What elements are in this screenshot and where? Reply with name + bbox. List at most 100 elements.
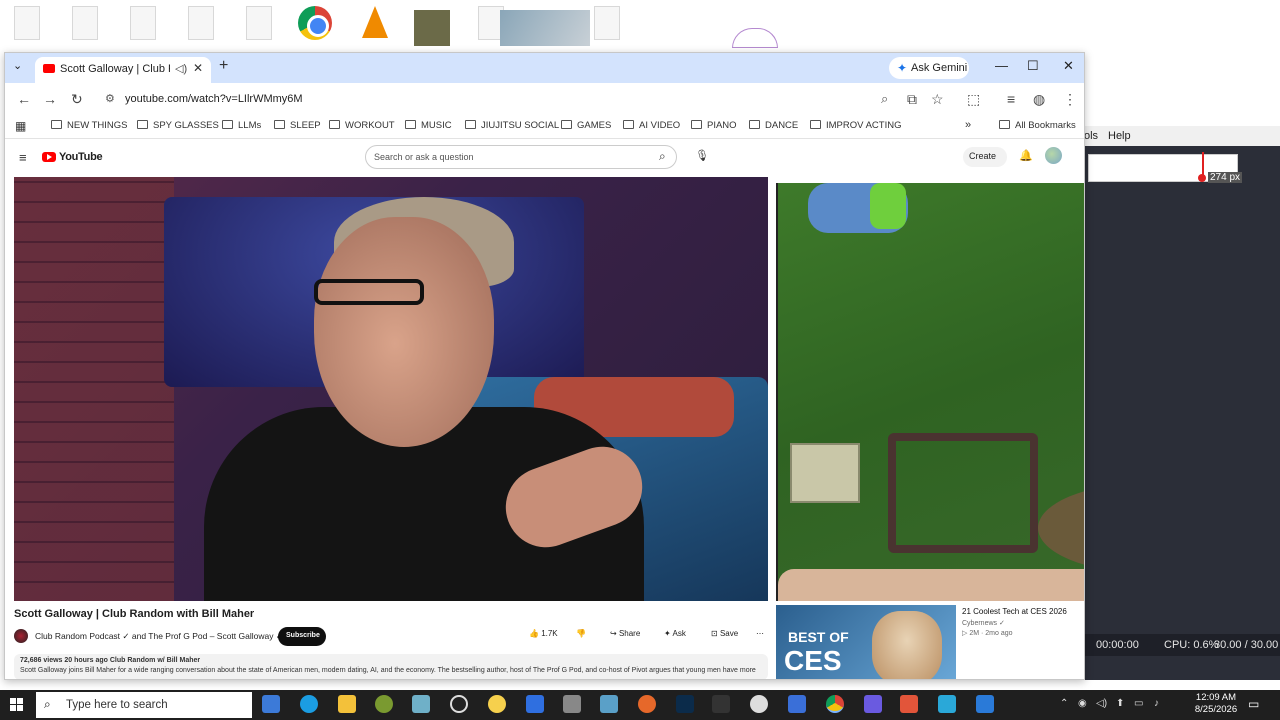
- forward-arrow-icon[interactable]: →: [43, 91, 57, 107]
- bookmark-folder[interactable]: PIANO: [691, 120, 737, 131]
- recommended-thumbnail[interactable]: BEST OF CES: [776, 605, 956, 679]
- brave-icon[interactable]: [900, 695, 918, 713]
- taskbar-clock[interactable]: 12:09 AM 8/25/2026: [1180, 692, 1252, 716]
- firefox-icon[interactable]: [638, 695, 656, 713]
- desktop-file-icon[interactable]: [188, 6, 214, 40]
- notifications-icon[interactable]: ▭: [1248, 697, 1259, 711]
- bookmark-folder[interactable]: MUSIC: [405, 120, 452, 131]
- new-tab-button[interactable]: +: [219, 57, 228, 75]
- bookmark-star-icon[interactable]: ☆: [931, 91, 944, 108]
- bookmark-folder[interactable]: LLMs: [222, 120, 261, 131]
- volume-icon[interactable]: ◁): [1096, 698, 1107, 709]
- channel-name[interactable]: Club Random Podcast ✓ and The Prof G Pod…: [35, 631, 283, 642]
- bookmark-folder[interactable]: SLEEP: [274, 120, 321, 131]
- speaker-tray-icon[interactable]: ♪: [1154, 698, 1159, 709]
- taskbar-search-input[interactable]: ⌕ Type here to search: [36, 692, 252, 718]
- bookmark-folder[interactable]: GAMES: [561, 120, 611, 131]
- close-window-button[interactable]: ✕: [1063, 58, 1074, 74]
- back-arrow-icon[interactable]: ←: [17, 91, 31, 107]
- youtube-logo-icon[interactable]: [42, 152, 56, 162]
- speaker-icon[interactable]: ◁): [175, 62, 187, 75]
- notifications-bell-icon[interactable]: 🔔: [1019, 149, 1033, 162]
- edge-icon[interactable]: [300, 695, 318, 713]
- video-player[interactable]: [14, 177, 768, 601]
- bookmark-folder[interactable]: JIUJITSU SOCIAL: [465, 120, 559, 131]
- recommended-video[interactable]: BEST OF CES 21 Coolest Tech at CES 2026 …: [776, 601, 1084, 679]
- desktop-file-icon[interactable]: [72, 6, 98, 40]
- url-text[interactable]: youtube.com/watch?v=LIlrWMmy6M: [125, 93, 303, 105]
- recommended-title[interactable]: 21 Coolest Tech at CES 2026: [962, 607, 1067, 616]
- desktop-image-thumbnail[interactable]: [500, 10, 590, 46]
- tab-youtube[interactable]: Scott Galloway | Club Rand ◁) ✕: [35, 57, 211, 83]
- davinci-icon[interactable]: [712, 695, 730, 713]
- bookmark-folder[interactable]: IMPROV ACTING: [810, 120, 901, 131]
- youtube-search-input[interactable]: Search or ask a question: [365, 145, 677, 169]
- windows-start-icon[interactable]: [10, 698, 24, 712]
- bookmark-folder[interactable]: SPY GLASSES: [137, 120, 219, 131]
- recommended-channel[interactable]: Cybernews ✓: [962, 619, 1005, 627]
- bookmark-folder[interactable]: NEW THINGS: [51, 120, 128, 131]
- docs-icon[interactable]: [526, 695, 544, 713]
- bookmark-folder[interactable]: AI VIDEO: [623, 120, 680, 131]
- app-icon[interactable]: [864, 695, 882, 713]
- menu-tools[interactable]: ols: [1084, 130, 1098, 142]
- chrome-icon[interactable]: [826, 695, 844, 713]
- subscribe-button[interactable]: Subscribe: [278, 627, 326, 646]
- more-actions-icon[interactable]: ⋯: [756, 629, 764, 645]
- minimize-button[interactable]: —: [995, 58, 1008, 73]
- hamburger-menu-icon[interactable]: ≡: [19, 150, 27, 165]
- profile-icon[interactable]: ◍: [1033, 91, 1045, 108]
- network-icon[interactable]: ▭: [1134, 698, 1143, 709]
- desktop-file-icon[interactable]: [130, 6, 156, 40]
- vlc-shortcut-icon[interactable]: [362, 6, 388, 38]
- more-bookmarks-chevron-icon[interactable]: »: [965, 119, 971, 131]
- avatar[interactable]: [1045, 147, 1062, 164]
- chrome-menu-icon[interactable]: ⋮: [1063, 91, 1077, 108]
- youtube-logo-text[interactable]: YouTube: [59, 151, 103, 163]
- share-button[interactable]: ↪ Share: [610, 629, 640, 645]
- bookmark-folder[interactable]: DANCE: [749, 120, 798, 131]
- dislike-button[interactable]: 👎: [576, 629, 586, 645]
- tray-overflow-chevron-icon[interactable]: ⌃: [1060, 698, 1068, 709]
- task-view-icon[interactable]: [262, 695, 280, 713]
- microphone-icon[interactable]: ⬆: [1116, 698, 1124, 709]
- file-explorer-icon[interactable]: [338, 695, 356, 713]
- app-icon[interactable]: [976, 695, 994, 713]
- photoshop-icon[interactable]: [676, 695, 694, 713]
- save-button[interactable]: ⊡ Save: [711, 629, 738, 645]
- app-icon[interactable]: [450, 695, 468, 713]
- bookmark-folder[interactable]: WORKOUT: [329, 120, 395, 131]
- desktop-image-thumbnail[interactable]: [732, 28, 778, 48]
- close-tab-icon[interactable]: ✕: [193, 61, 203, 75]
- extensions-icon[interactable]: ⬚: [967, 91, 980, 108]
- site-info-icon[interactable]: ⚙: [105, 92, 115, 105]
- reload-icon[interactable]: ↻: [71, 91, 83, 108]
- maximize-button[interactable]: ☐: [1027, 58, 1039, 74]
- app-icon[interactable]: [412, 695, 430, 713]
- tray-app-icon[interactable]: ◉: [1078, 698, 1087, 709]
- video-description[interactable]: 72,686 views 20 hours ago Club Random w/…: [14, 654, 768, 679]
- app-icon[interactable]: [600, 695, 618, 713]
- app-icon[interactable]: [788, 695, 806, 713]
- desktop-file-icon[interactable]: [14, 6, 40, 40]
- chrome-shortcut-icon[interactable]: [298, 6, 332, 40]
- app-icon[interactable]: [563, 695, 581, 713]
- channel-avatar[interactable]: [14, 629, 28, 643]
- desktop-image-thumbnail[interactable]: [414, 10, 450, 46]
- app-icon[interactable]: [750, 695, 768, 713]
- install-app-icon[interactable]: ⧉: [907, 91, 917, 108]
- address-bar[interactable]: ⚙ youtube.com/watch?v=LIlrWMmy6M ⌕: [99, 87, 905, 111]
- zoom-search-icon[interactable]: ⌕: [881, 91, 888, 107]
- like-button[interactable]: 👍 1.7K: [529, 629, 558, 645]
- app-icon[interactable]: [938, 695, 956, 713]
- apps-grid-icon[interactable]: ▦: [15, 119, 26, 133]
- search-icon[interactable]: ⌕: [659, 149, 666, 164]
- desktop-file-icon[interactable]: [246, 6, 272, 40]
- ask-button[interactable]: ✦ Ask: [664, 629, 686, 645]
- desktop-file-icon[interactable]: [594, 6, 620, 40]
- tips-icon[interactable]: [488, 695, 506, 713]
- menu-help[interactable]: Help: [1108, 130, 1131, 142]
- all-bookmarks[interactable]: All Bookmarks: [999, 120, 1076, 131]
- microphone-icon[interactable]: 🎙: [695, 149, 709, 162]
- media-controls-icon[interactable]: ≡: [1007, 91, 1015, 107]
